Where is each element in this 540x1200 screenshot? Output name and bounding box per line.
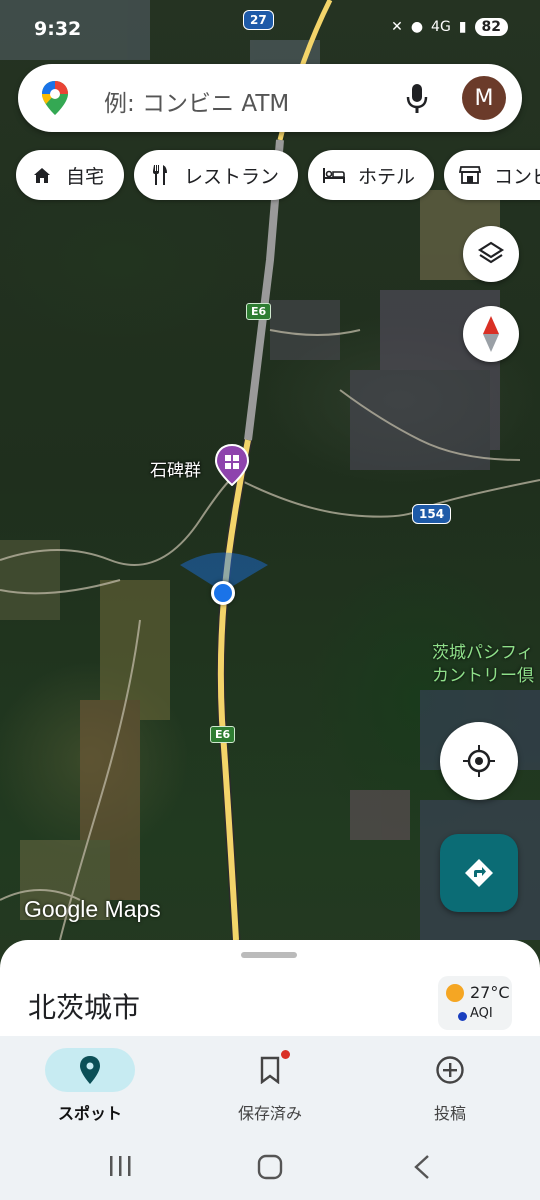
- nav-label: 投稿: [433, 1104, 466, 1123]
- restaurant-icon: [148, 163, 172, 187]
- highway-shield-e6-top: E6: [246, 303, 272, 320]
- mute-icon: ✕: [391, 19, 403, 35]
- status-time: 9:32: [34, 18, 82, 40]
- hotel-icon: [322, 163, 346, 187]
- nav-label: 保存済み: [237, 1104, 302, 1123]
- directions-icon: [465, 859, 493, 887]
- chip-label: ホテル: [358, 165, 416, 188]
- account-avatar[interactable]: M: [462, 76, 506, 120]
- current-location-dot: [211, 581, 235, 605]
- recent-apps-icon[interactable]: [108, 1154, 132, 1182]
- chip-label: コンビ: [494, 165, 540, 188]
- directions-button[interactable]: [440, 834, 518, 912]
- highway-shield-e6-bottom: E6: [210, 726, 236, 743]
- google-maps-pin-icon: [42, 81, 68, 115]
- google-maps-logo: Google Maps: [24, 896, 161, 922]
- chip-home[interactable]: 自宅: [16, 150, 124, 200]
- category-chips: 自宅 レストラン ホテル コンビ: [16, 150, 540, 202]
- nav-saved[interactable]: 保存済み: [180, 1036, 360, 1136]
- nav-explore[interactable]: スポット: [0, 1036, 180, 1136]
- aqi-label: AQI: [470, 1006, 493, 1021]
- poi-label[interactable]: 石碑群: [150, 456, 201, 481]
- search-input[interactable]: 例: コンビニ ATM: [104, 84, 289, 118]
- chip-convenience-store[interactable]: コンビ: [444, 150, 540, 200]
- weather-widget[interactable]: 27°C AQI: [438, 976, 512, 1030]
- home-icon: [30, 163, 54, 187]
- back-icon[interactable]: [412, 1154, 432, 1184]
- bookmark-icon: [255, 1052, 285, 1088]
- sun-icon: [446, 984, 464, 1002]
- temperature: 27°C: [470, 983, 510, 1002]
- golf-label-line2: カントリー倶: [432, 666, 534, 686]
- sheet-drag-handle[interactable]: [241, 952, 297, 958]
- golf-label-line1: 茨城パシフィ: [432, 643, 534, 663]
- network-label: 4G: [431, 19, 451, 35]
- microphone-icon[interactable]: [404, 82, 430, 116]
- route-badge-154: 154: [412, 504, 452, 524]
- chip-hotel[interactable]: ホテル: [308, 150, 434, 200]
- signal-icon: ▮: [458, 19, 467, 35]
- compass-button[interactable]: [463, 306, 519, 362]
- my-location-button[interactable]: [440, 722, 518, 800]
- place-title: 北茨城市: [28, 991, 141, 1024]
- location-status-icon: ●: [410, 19, 424, 35]
- layers-button[interactable]: [463, 226, 519, 282]
- add-circle-icon: [435, 1052, 465, 1088]
- home-nav-icon[interactable]: [257, 1154, 283, 1184]
- nav-label: スポット: [57, 1104, 122, 1123]
- battery-indicator: 82: [474, 18, 508, 36]
- chip-label: 自宅: [66, 165, 105, 188]
- pin-icon: [75, 1052, 105, 1088]
- chip-label: レストラン: [184, 165, 280, 188]
- notification-dot: [281, 1050, 290, 1059]
- poi-pin-icon: [214, 443, 250, 487]
- store-icon: [458, 163, 482, 187]
- aqi-dot-icon: [458, 1012, 467, 1021]
- bottom-navigation: スポット 保存済み 投稿: [0, 1036, 540, 1136]
- poi-marker[interactable]: [214, 443, 250, 487]
- compass-icon: [483, 316, 499, 352]
- status-bar: 9:32 ✕ ● 4G ▮ 82: [0, 0, 540, 60]
- golf-course-label[interactable]: 茨城パシフィ カントリー倶: [432, 642, 534, 688]
- nav-contribute[interactable]: 投稿: [360, 1036, 540, 1136]
- crosshair-icon: [463, 745, 495, 777]
- chip-restaurant[interactable]: レストラン: [134, 150, 298, 200]
- layers-icon: [477, 241, 505, 264]
- status-icons: ✕ ● 4G ▮ 82: [391, 18, 508, 36]
- search-bar[interactable]: 例: コンビニ ATM M: [18, 64, 522, 132]
- system-navigation-bar: [0, 1136, 540, 1200]
